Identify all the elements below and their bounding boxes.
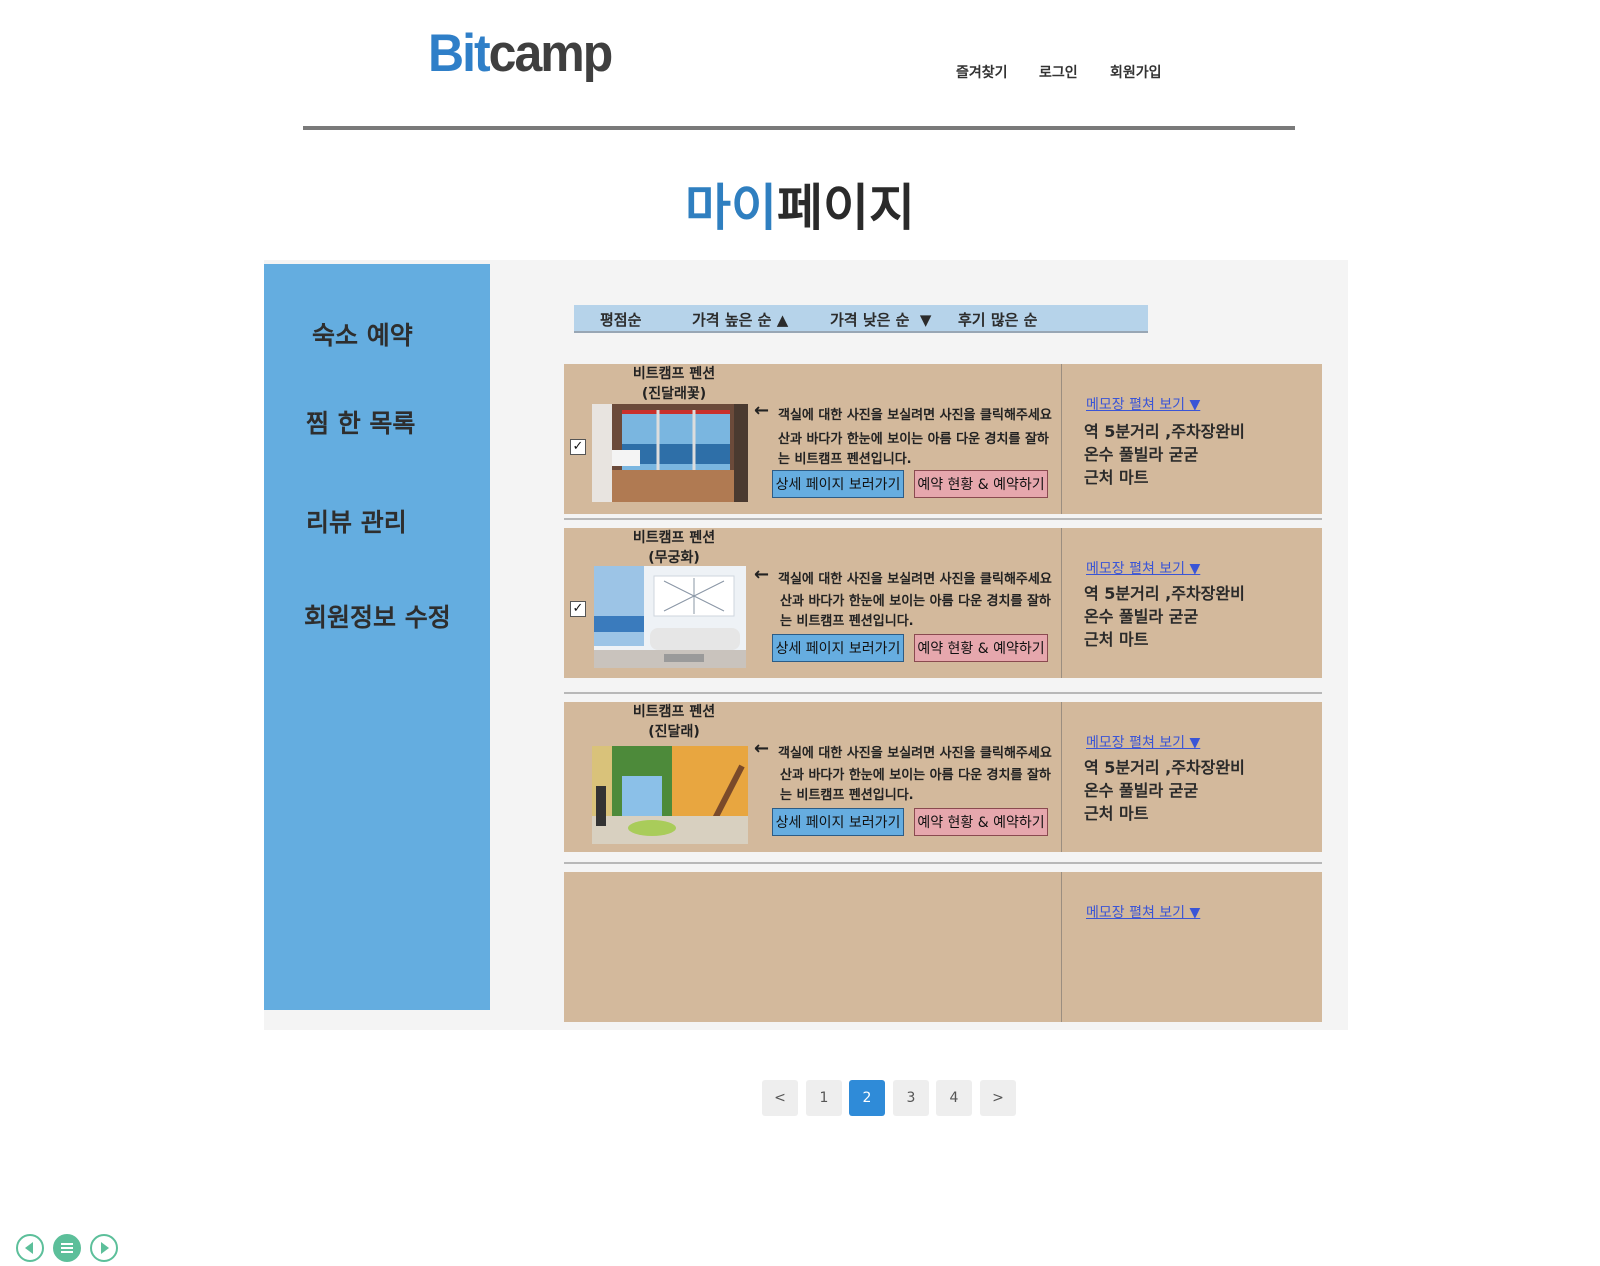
left-arrow-icon: ← (754, 564, 770, 585)
pension-subname: (무궁화) (648, 550, 700, 566)
memo-line: 온수 풀빌라 굳굳 (1084, 781, 1199, 800)
card-description-line1: 객실에 대한 사진을 보실려면 사진을 클릭해주세요 (778, 572, 1052, 587)
favorites-link[interactable]: 즐겨찾기 (956, 62, 1008, 82)
prev-triangle-icon (25, 1242, 33, 1254)
memo-line: 근처 마트 (1084, 804, 1149, 823)
pension-subname: (진달래꽃) (641, 386, 707, 402)
bitcamp-logo[interactable]: Bitcamp (428, 23, 614, 83)
memo-line: 근처 마트 (1084, 468, 1149, 487)
pagination-prev[interactable]: < (762, 1080, 798, 1116)
logo-bit: Bit (428, 23, 491, 83)
card-separator (564, 692, 1322, 694)
room-photo[interactable] (592, 404, 748, 502)
card-description-line3: 는 비트캠프 펜션입니다. (780, 788, 914, 803)
pagination-page-4[interactable]: 4 (936, 1080, 972, 1116)
pension-name: 비트캠프 펜션 (632, 704, 716, 720)
card-description-line2: 산과 바다가 한눈에 보이는 아름 다운 경치를 잘하 (780, 768, 1051, 783)
page-title: 마이페이지 (0, 168, 1600, 240)
memo-expand-link[interactable]: 메모장 펼쳐 보기 ▼ (1086, 394, 1200, 414)
card-description-line3: 는 비트캠프 펜션입니다. (780, 614, 914, 629)
detail-page-button[interactable]: 상세 페이지 보러가기 (772, 808, 904, 836)
reserve-button[interactable]: 예약 현황 & 예약하기 (914, 808, 1048, 836)
pension-card: 비트캠프 펜션 (진달래꽃) ✓ ← 객실에 대한 사진을 보실려면 사진을 클… (564, 364, 1322, 514)
select-checkbox[interactable]: ✓ (570, 439, 586, 455)
menu-icon[interactable] (53, 1234, 81, 1262)
sidebar-item-reviews[interactable]: 리뷰 관리 (306, 503, 407, 539)
card-description-line1: 객실에 대한 사진을 보실려면 사진을 클릭해주세요 (778, 408, 1052, 423)
triangle-up-icon: ▲ (776, 311, 789, 329)
card-description-line2: 산과 바다가 한눈에 보이는 아름 다운 경치를 잘하 (778, 432, 1049, 447)
pension-name: 비트캠프 펜션 (632, 366, 716, 382)
card-divider (1061, 872, 1062, 1022)
header-divider (303, 126, 1295, 130)
pension-card: 비트캠프 펜션 (무궁화) ✓ ← 객실에 대한 사진을 보실려면 사진을 클릭… (564, 528, 1322, 678)
card-separator (564, 518, 1322, 520)
prev-slide-icon[interactable] (16, 1234, 44, 1262)
sort-price-high[interactable]: 가격 높은 순 ▲ (692, 309, 788, 330)
card-divider (1061, 364, 1062, 514)
room-photo[interactable] (592, 746, 748, 844)
next-slide-icon[interactable] (90, 1234, 118, 1262)
sidebar-item-reservation[interactable]: 숙소 예약 (312, 316, 413, 352)
reserve-button[interactable]: 예약 현황 & 예약하기 (914, 470, 1048, 498)
page-title-part1: 마이 (685, 179, 777, 237)
card-divider (1061, 528, 1062, 678)
reserve-button[interactable]: 예약 현황 & 예약하기 (914, 634, 1048, 662)
memo-expand-link[interactable]: 메모장 펼쳐 보기 ▼ (1086, 732, 1200, 752)
pension-card-empty: 메모장 펼쳐 보기 ▼ (564, 872, 1322, 1022)
card-divider (1061, 702, 1062, 852)
memo-line: 온수 풀빌라 굳굳 (1084, 607, 1199, 626)
signup-link[interactable]: 회원가입 (1110, 62, 1162, 82)
sidebar-item-edit-profile[interactable]: 회원정보 수정 (304, 598, 451, 634)
card-separator (564, 862, 1322, 864)
sidebar-item-wishlist[interactable]: 찜 한 목록 (306, 404, 415, 440)
sort-rating[interactable]: 평점순 (600, 309, 641, 330)
room-photo-image (592, 746, 748, 844)
pagination-page-2[interactable]: 2 (849, 1080, 885, 1116)
select-checkbox[interactable]: ✓ (570, 601, 586, 617)
memo-line: 역 5분거리 ,주차장완비 (1084, 758, 1245, 777)
next-triangle-icon (101, 1242, 109, 1254)
memo-line: 근처 마트 (1084, 630, 1149, 649)
page-title-part2: 페이지 (777, 179, 915, 237)
sort-price-high-label: 가격 높은 순 (692, 311, 772, 329)
left-arrow-icon: ← (754, 738, 770, 759)
memo-line: 역 5분거리 ,주차장완비 (1084, 584, 1245, 603)
memo-line: 온수 풀빌라 굳굳 (1084, 445, 1199, 464)
hamburger-icon (61, 1243, 73, 1253)
sidebar (264, 264, 490, 1010)
sort-price-low-label: 가격 낮은 순 (830, 311, 910, 329)
memo-expand-link[interactable]: 메모장 펼쳐 보기 ▼ (1086, 558, 1200, 578)
pension-subname: (진달래) (648, 724, 700, 740)
memo-expand-link[interactable]: 메모장 펼쳐 보기 ▼ (1086, 902, 1200, 922)
room-photo-image (592, 404, 748, 502)
sort-reviews[interactable]: 후기 많은 순 (958, 309, 1037, 330)
pagination-page-1[interactable]: 1 (806, 1080, 842, 1116)
detail-page-button[interactable]: 상세 페이지 보러가기 (772, 634, 904, 662)
sort-price-low[interactable]: 가격 낮은 순 ▼ (830, 309, 931, 330)
pension-card: 비트캠프 펜션 (진달래) ← 객실에 대한 사진을 보실려면 사진을 클릭해주… (564, 702, 1322, 852)
card-description-line1: 객실에 대한 사진을 보실려면 사진을 클릭해주세요 (778, 746, 1052, 761)
left-arrow-icon: ← (754, 400, 770, 421)
room-photo[interactable] (594, 566, 746, 668)
pagination-next[interactable]: > (980, 1080, 1016, 1116)
detail-page-button[interactable]: 상세 페이지 보러가기 (772, 470, 904, 498)
card-description-line3: 는 비트캠프 펜션입니다. (778, 452, 912, 467)
room-photo-image (594, 566, 746, 668)
memo-line: 역 5분거리 ,주차장완비 (1084, 422, 1245, 441)
pension-name: 비트캠프 펜션 (632, 530, 716, 546)
login-link[interactable]: 로그인 (1039, 62, 1078, 82)
triangle-down-icon: ▼ (914, 311, 932, 329)
card-description-line2: 산과 바다가 한눈에 보이는 아름 다운 경치를 잘하 (780, 594, 1051, 609)
pagination-page-3[interactable]: 3 (893, 1080, 929, 1116)
logo-camp: camp (488, 23, 614, 83)
sort-bar: 평점순 가격 높은 순 ▲ 가격 낮은 순 ▼ 후기 많은 순 (574, 305, 1148, 333)
